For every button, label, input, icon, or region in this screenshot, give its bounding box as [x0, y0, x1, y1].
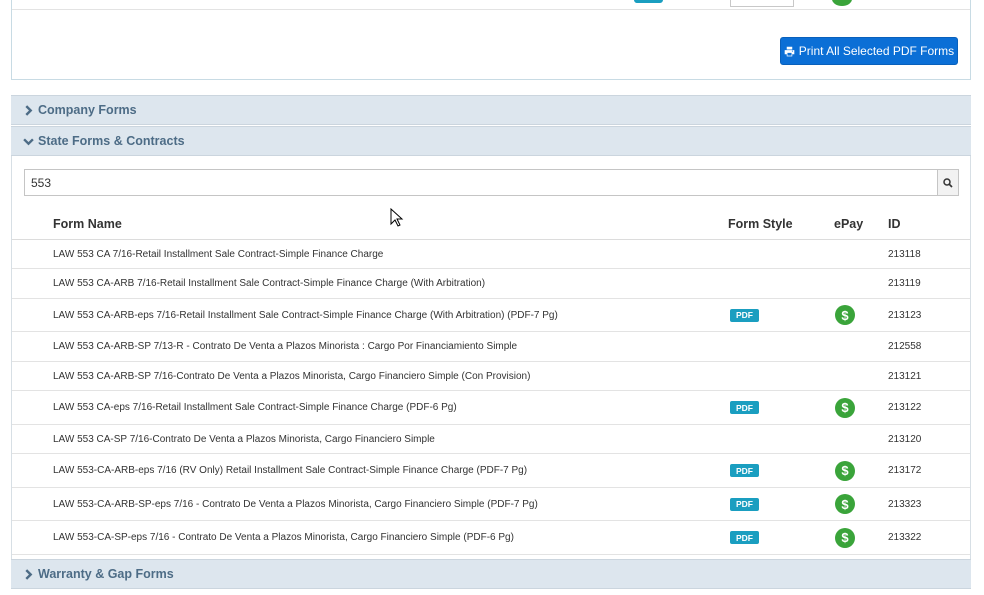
dollar-icon[interactable] [832, 0, 852, 6]
search-bar [24, 169, 959, 196]
form-name-cell[interactable]: LAW 553 CA-ARB-SP 7/13-R - Contrato De V… [12, 341, 712, 352]
form-name-cell[interactable]: LAW 553-CA-ARB-SP-eps 7/16 - Contrato De… [12, 499, 712, 510]
form-name-cell[interactable]: LAW 553 CA 7/16-Retail Installment Sale … [12, 249, 712, 260]
section-warranty-gap-forms-label: Warranty & Gap Forms [38, 567, 174, 581]
form-style-cell: PDF [712, 464, 832, 477]
form-id-cell: 213120 [888, 433, 922, 445]
form-name-cell[interactable]: LAW 553-CA-ARB-eps 7/16 (RV Only) Retail… [12, 465, 712, 476]
header-form-style[interactable]: Form Style [712, 217, 832, 231]
selected-forms-panel: Print All Selected PDF Forms [11, 0, 971, 80]
header-form-name[interactable]: Form Name [12, 217, 712, 231]
form-name-cell[interactable]: LAW 553 CA-eps 7/16-Retail Installment S… [12, 402, 712, 413]
dollar-icon[interactable]: $ [835, 494, 855, 514]
dollar-icon[interactable]: $ [835, 305, 855, 325]
form-style-cell: PDF [712, 497, 832, 511]
section-state-forms[interactable]: State Forms & Contracts [11, 126, 971, 156]
section-state-forms-label: State Forms & Contracts [38, 134, 185, 148]
form-style-cell: PDF [712, 401, 832, 414]
table-body: LAW 553 CA 7/16-Retail Installment Sale … [12, 240, 970, 555]
form-style-cell: PDF [712, 308, 832, 322]
pdf-badge-partial [634, 0, 663, 3]
pdf-badge[interactable]: PDF [730, 464, 759, 477]
form-id-cell: 213119 [888, 278, 921, 289]
table-row[interactable]: LAW 553 CA-ARB-eps 7/16-Retail Installme… [12, 299, 970, 332]
form-name-cell[interactable]: LAW 553 CA-SP 7/16-Contrato De Venta a P… [12, 434, 712, 445]
form-id-cell: 213323 [888, 498, 922, 510]
epay-cell: $ [832, 494, 888, 514]
form-id-cell: 213122 [888, 402, 922, 413]
section-warranty-gap-forms[interactable]: Warranty & Gap Forms [11, 559, 971, 589]
dollar-icon[interactable]: $ [835, 527, 855, 548]
pdf-badge[interactable]: PDF [730, 531, 759, 544]
table-row[interactable]: LAW 553 CA-ARB 7/16-Retail Installment S… [12, 269, 970, 299]
table-row[interactable]: LAW 553 CA-eps 7/16-Retail Installment S… [12, 391, 970, 425]
chevron-right-icon [22, 568, 34, 580]
search-input[interactable] [24, 169, 937, 196]
state-forms-body: Form Name Form Style ePay ID LAW 553 CA … [11, 156, 971, 559]
copies-input-partial[interactable] [730, 0, 794, 7]
mouse-cursor-icon [390, 208, 404, 227]
page: Print All Selected PDF Forms Company For… [0, 0, 984, 595]
dollar-icon[interactable]: $ [835, 460, 855, 481]
epay-cell: $ [832, 527, 888, 548]
search-button[interactable] [937, 169, 959, 196]
epay-cell: $ [832, 460, 888, 481]
section-company-forms[interactable]: Company Forms [11, 95, 971, 125]
print-all-button[interactable]: Print All Selected PDF Forms [780, 37, 958, 65]
header-id[interactable]: ID [888, 217, 958, 231]
section-company-forms-label: Company Forms [38, 103, 137, 117]
partial-table-row [12, 0, 970, 10]
chevron-down-icon [22, 135, 34, 147]
table-row[interactable]: LAW 553 CA 7/16-Retail Installment Sale … [12, 240, 970, 269]
chevron-right-icon [22, 104, 34, 116]
form-name-cell[interactable]: LAW 553-CA-SP-eps 7/16 - Contrato De Ven… [12, 532, 712, 543]
forms-table: Form Name Form Style ePay ID LAW 553 CA … [12, 208, 970, 555]
table-header: Form Name Form Style ePay ID [12, 208, 970, 240]
form-id-cell: 213322 [888, 532, 922, 543]
table-row[interactable]: LAW 553-CA-ARB-SP-eps 7/16 - Contrato De… [12, 488, 970, 521]
print-icon [784, 46, 795, 56]
form-id-cell: 213172 [888, 465, 922, 476]
form-id-cell: 213123 [888, 309, 922, 321]
table-row[interactable]: LAW 553-CA-SP-eps 7/16 - Contrato De Ven… [12, 521, 970, 555]
epay-cell: $ [832, 397, 888, 418]
pdf-badge[interactable]: PDF [730, 497, 759, 511]
form-id-cell: 213118 [888, 248, 921, 260]
form-id-cell: 212558 [888, 341, 922, 352]
form-name-cell[interactable]: LAW 553 CA-ARB-eps 7/16-Retail Installme… [12, 310, 712, 321]
header-epay[interactable]: ePay [832, 217, 888, 231]
table-row[interactable]: LAW 553-CA-ARB-eps 7/16 (RV Only) Retail… [12, 454, 970, 488]
table-row[interactable]: LAW 553 CA-ARB-SP 7/16-Contrato De Venta… [12, 362, 970, 391]
form-name-cell[interactable]: LAW 553 CA-ARB 7/16-Retail Installment S… [12, 278, 712, 289]
table-row[interactable]: LAW 553 CA-ARB-SP 7/13-R - Contrato De V… [12, 332, 970, 362]
pdf-badge[interactable]: PDF [730, 308, 759, 322]
form-name-cell[interactable]: LAW 553 CA-ARB-SP 7/16-Contrato De Venta… [12, 371, 712, 382]
print-all-label: Print All Selected PDF Forms [798, 44, 955, 58]
dollar-icon[interactable]: $ [835, 397, 855, 418]
form-id-cell: 213121 [888, 370, 922, 382]
search-icon [943, 177, 953, 188]
form-style-cell: PDF [712, 531, 832, 544]
table-row[interactable]: LAW 553 CA-SP 7/16-Contrato De Venta a P… [12, 425, 970, 454]
pdf-badge[interactable]: PDF [730, 401, 759, 414]
epay-cell: $ [832, 305, 888, 325]
